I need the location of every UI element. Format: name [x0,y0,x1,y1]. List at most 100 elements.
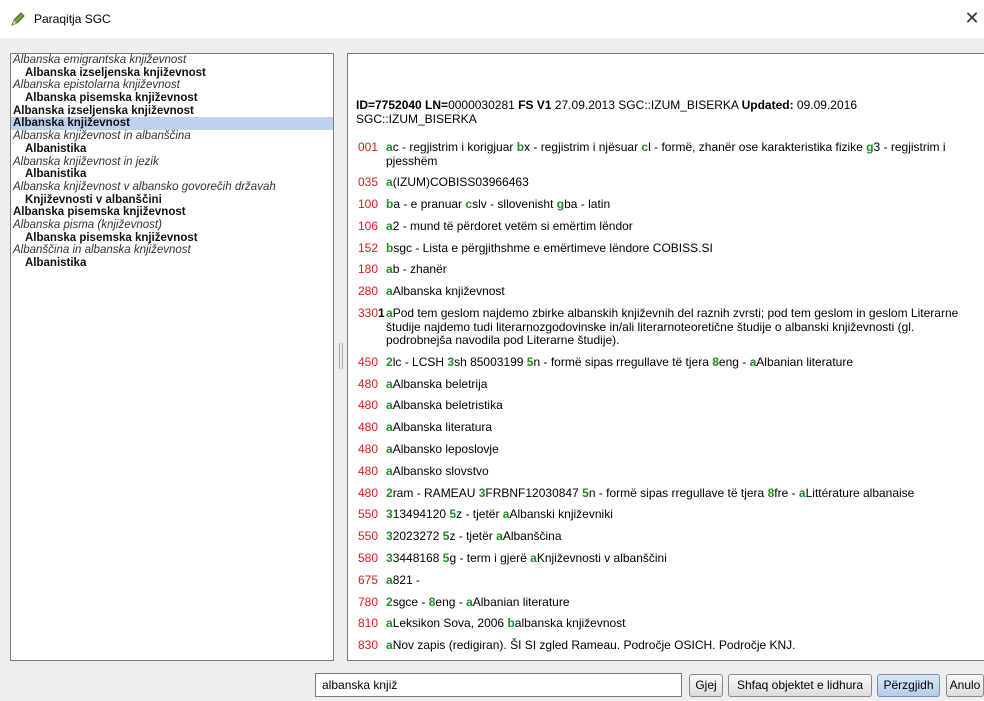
show-linked-button[interactable]: Shfaq objektet e lidhura [728,674,872,697]
field-tag-number: 180 [358,262,379,277]
field-indicator: 1 [378,306,385,321]
tree-item[interactable]: Albanska književnost [11,117,333,131]
record-field: 450 2lc - LCSH 3sh 85003199 5n - formë si… [358,354,983,370]
field-content: aLeksikon Sova, 2006 balbanska književno… [386,617,983,631]
field-tag: 480 [358,442,386,457]
tree-item[interactable]: Albanska izseljenska književnost [11,105,333,118]
splitter-handle[interactable] [338,336,344,376]
tree-item[interactable]: Albanistika [11,257,333,270]
subfield-value: z - tjetër [449,529,497,544]
field-tag: 480 [358,464,386,479]
subfield-value: x - regjistrim i njësuar [524,140,642,154]
search-input[interactable] [315,673,682,697]
tree-item[interactable]: Albanska pisma (književnost) [11,219,333,232]
field-content: 2ram - RAMEAU 3FRBNF12030847 5n - formë … [386,485,983,501]
find-button[interactable]: Gjej [689,674,723,697]
field-tag: 480 [358,399,386,413]
subfield-value: a - e pranuar [393,197,466,212]
subfield-code: a [386,284,393,299]
subfield-value: lc - LCSH [392,354,448,369]
subfield-value: n - formë sipas rregullave të tjera [533,354,713,369]
field-tag: 035 [358,176,386,190]
subfield-value: ba - latin [564,197,611,212]
record-header-part: FS V1 [518,98,552,112]
field-tag-number: 480 [358,485,379,500]
field-content: 2sgce - 8eng - aAlbanian literature [386,594,983,610]
tree-item[interactable]: Albanščina in albanska književnost [11,244,333,257]
record-field: 480 aAlbanska beletrija [358,377,983,392]
field-tag: 152 [358,241,386,256]
subfield-code: 2 [386,660,393,661]
record-field: 480 2ram - RAMEAU 3FRBNF12030847 5n - for… [358,485,983,501]
subfield-value: Albanska literatura [392,420,493,435]
tree-item[interactable]: Albanska književnost v albansko govoreči… [11,181,333,194]
subfield-value: (IZUM)COBISS03966463 [392,175,529,190]
subfield-value: 2023272 [392,529,443,544]
tree-item[interactable]: Albanska izseljenska književnost [11,67,333,80]
record-header: ID=7752040 LN=0000030281 FS V1 27.09.201… [356,98,971,126]
record-header-part: 0000030281 [448,98,519,112]
subfield-value: sh 85003199 [454,354,527,369]
subfield-code: a [496,529,503,544]
subfield-value: 13494120 [392,507,450,522]
tree-item[interactable]: Albanska književnost in albanščina [11,130,333,143]
tree-item[interactable]: Albanistika [11,168,333,181]
field-tag: 480 [358,485,386,501]
tree-item[interactable]: Albanska pisemska književnost [11,232,333,245]
tree-item[interactable]: Albanska književnost in jezik [11,156,333,169]
field-content: aNov zapis (redigiran). ŠI SI zgled Rame… [386,638,983,653]
subfield-code: a [386,638,393,653]
field-tag-number: 780 [358,594,379,609]
cancel-button[interactable]: Anulo [946,674,984,697]
field-tag-number: 330 [358,306,379,321]
field-tag-number: 480 [358,442,379,457]
subfield-code: a [386,420,393,435]
close-icon[interactable]: ✕ [960,6,984,32]
field-tag-number: 580 [358,551,379,566]
tree-item[interactable]: Albanska pisemska književnost [11,206,333,219]
tree-item[interactable]: Književnosti v albanščini [11,194,333,207]
subfield-value: n - formë sipas rregullave të tjera [588,485,768,500]
subfield-code: a [386,140,393,154]
record-field: 100 ba - e pranuar cslv - sllovenisht gba… [358,197,983,212]
heading-tree-list[interactable]: Albanska emigrantska književnost Albanska… [10,53,334,661]
field-tag-number: 550 [358,507,379,522]
tree-item[interactable]: Albanska epistolarna književnost [11,79,333,92]
window-title: Paraqitja SGC [34,12,111,26]
subfield-value: FRBNF12030847 [485,485,583,500]
subfield-value: Albanian literature [472,594,570,609]
subfield-value: Nov zapis (redigiran). ŠI SI zgled Ramea… [392,638,796,653]
subfield-code: a [386,572,393,587]
field-tag: 280 [358,285,386,299]
field-content: aAlbansko slovstvo [386,464,983,479]
field-tag-number: 950 [358,660,378,661]
record-field: 550 313494120 5z - tjetër aAlbanski knjiž… [358,508,983,522]
record-field: 480 aAlbansko slovstvo [358,464,983,479]
tree-item[interactable]: Albanistika [11,143,333,156]
subfield-code: 3 [386,529,393,544]
record-field: 480 aAlbanska beletristika [358,399,983,413]
field-content: ac - regjistrim i korigjuar bx - regjist… [386,140,983,168]
tree-item[interactable]: Albanska emigrantska književnost [11,54,333,67]
field-tag: 480 [358,377,386,392]
subfield-code: 5 [582,485,589,500]
subfield-value: albanska književnost [514,616,626,631]
subfield-value: lc - LCSH [393,660,448,661]
record-header-part: 27.09.2013 SGC::IZUM_BISERKA [551,98,742,112]
record-field: 675 a821 - [358,572,983,588]
subfield-value: sgc - Lista e përgjithshme e emërtimeve … [393,240,713,255]
field-tag-number: 100 [358,197,379,212]
select-button[interactable]: Përzgjidh [877,674,940,697]
field-content: 313494120 5z - tjetër aAlbanski književn… [386,508,983,522]
subfield-code: 2 [386,485,393,500]
subfield-value: l - formë, zhanër ose karakteristika fiz… [648,140,867,154]
field-content: aAlbanska literatura [386,421,983,435]
tree-item[interactable]: Albanska pisemska književnost [11,92,333,105]
field-tag: 550 [358,508,386,522]
subfield-value: 3448168 [392,551,443,566]
subfield-value: sgce - [392,594,429,609]
field-tag: 550 [358,530,386,544]
subfield-value: b - zhanër [392,262,447,277]
field-content: a2 - mund të përdoret vetëm si emërtim l… [386,219,983,234]
record-field: 480 aAlbansko leposlovje [358,442,983,457]
